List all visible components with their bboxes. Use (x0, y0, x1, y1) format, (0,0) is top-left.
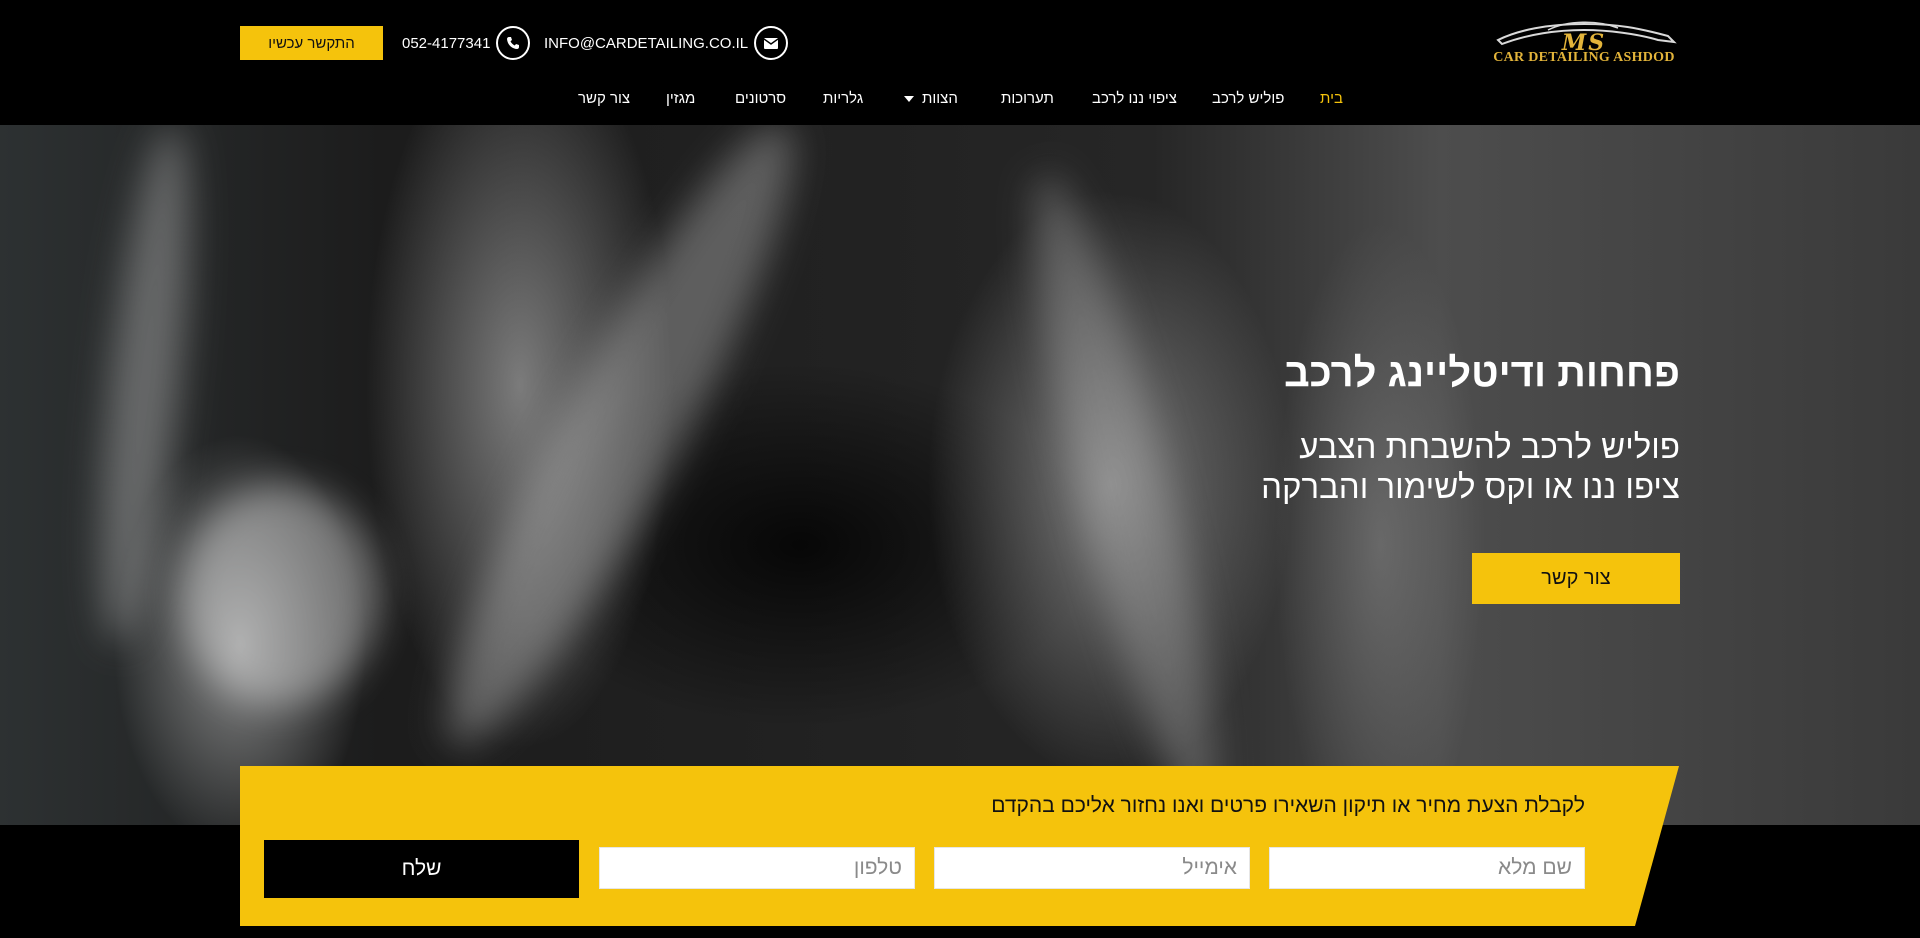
nav-item-contact[interactable]: צור קשר (578, 90, 630, 107)
main-nav: בית פוליש לרכב ציפוי ננו לרכב תערוכות הצ… (0, 90, 1920, 114)
phone-number[interactable]: 052-4177341 (402, 35, 490, 52)
nav-item-magazine[interactable]: מגזין (666, 90, 695, 107)
nav-item-home[interactable]: בית (1320, 90, 1343, 107)
email-address[interactable]: INFO@CARDETAILING.CO.IL (544, 35, 748, 52)
email-field[interactable] (934, 847, 1250, 889)
name-field[interactable] (1269, 847, 1585, 889)
site-logo[interactable]: MS CAR DETAILING ASHDOD (1488, 18, 1680, 70)
hero-contact-button[interactable]: צור קשר (1472, 553, 1680, 604)
phone-field[interactable] (599, 847, 915, 889)
hero-subtitle-line: ציפו ננו או וקס לשימור והברקה (1261, 468, 1680, 505)
call-now-button[interactable]: התקשר עכשיו (240, 26, 383, 60)
email-contact[interactable]: INFO@CARDETAILING.CO.IL (544, 26, 789, 60)
hero-subtitle-line: פוליש לרכב להשבחת הצבע (1299, 428, 1680, 465)
nav-item-exhibitions[interactable]: תערוכות (1001, 90, 1054, 107)
nav-item-videos[interactable]: סרטונים (735, 90, 786, 107)
submit-button[interactable]: שלח (264, 840, 579, 898)
chevron-down-icon (904, 96, 914, 103)
quote-form: לקבלת הצעת מחיר או תיקון השאירו פרטים וא… (240, 766, 1679, 926)
hero-subtitle: פוליש לרכב להשבחת הצבע ציפו ננו או וקס ל… (1261, 427, 1680, 507)
hero-background-streak (180, 485, 380, 705)
phone-input[interactable] (612, 856, 902, 880)
email-input[interactable] (947, 856, 1237, 880)
nav-item-team[interactable]: הצוות (904, 90, 958, 107)
name-input[interactable] (1282, 856, 1572, 880)
hero-background-streak (1001, 163, 1249, 825)
logo-text: CAR DETAILING ASHDOD (1493, 50, 1675, 65)
hero-section: פחחות ודיטליינג לרכב פוליש לרכב להשבחת ה… (0, 125, 1920, 825)
phone-icon (496, 26, 531, 60)
phone-contact[interactable]: 052-4177341 (402, 26, 531, 60)
nav-item-polish[interactable]: פוליש לרכב (1212, 90, 1284, 107)
hero-background-streak (402, 125, 838, 773)
nav-item-team-label: הצוות (922, 90, 958, 107)
nav-item-nano-coating[interactable]: ציפוי ננו לרכב (1092, 90, 1177, 107)
site-header: MS CAR DETAILING ASHDOD INFO@CARDETAILIN… (0, 0, 1920, 125)
hero-title: פחחות ודיטליינג לרכב (1284, 351, 1680, 395)
form-title: לקבלת הצעת מחיר או תיקון השאירו פרטים וא… (991, 794, 1585, 817)
nav-item-galleries[interactable]: גלריות (823, 90, 863, 107)
envelope-icon (754, 26, 789, 60)
